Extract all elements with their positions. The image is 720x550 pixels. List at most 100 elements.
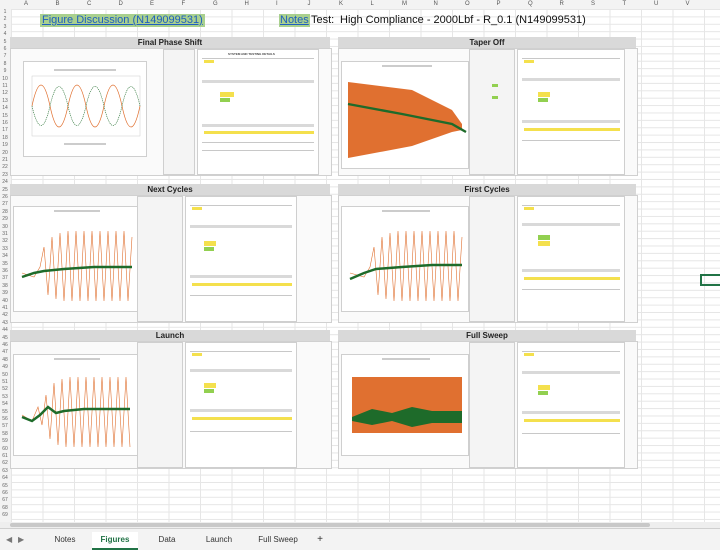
row-number[interactable]: 64 [0,475,10,482]
row-number[interactable]: 37 [0,275,10,282]
row-number[interactable]: 13 [0,98,10,105]
row-number[interactable]: 36 [0,268,10,275]
row-number[interactable]: 61 [0,453,10,460]
format-panel[interactable] [469,342,515,468]
add-sheet-button[interactable]: + [312,532,328,548]
waveform-chart[interactable] [13,354,139,456]
next-sheet-icon[interactable]: ▶ [18,533,24,547]
column-letter[interactable]: N [434,0,438,9]
row-number[interactable]: 53 [0,394,10,401]
row-number[interactable]: 52 [0,386,10,393]
sheet-tab-launch[interactable]: Launch [196,532,242,548]
figure-discussion-link[interactable]: Figure Discussion (N149099531) [40,14,205,27]
row-number[interactable]: 16 [0,120,10,127]
row-number[interactable]: 47 [0,349,10,356]
column-letter[interactable]: H [245,0,249,9]
row-number[interactable]: 31 [0,231,10,238]
column-letter[interactable]: L [371,0,374,9]
figure-tile-final-phase-shift[interactable]: SYSTEM AND TESTING DETAILS [10,48,332,176]
column-letter[interactable]: V [686,0,690,9]
row-number[interactable]: 40 [0,298,10,305]
row-number[interactable]: 12 [0,90,10,97]
column-letter[interactable]: G [213,0,218,9]
row-number[interactable]: 33 [0,246,10,253]
row-number[interactable]: 41 [0,305,10,312]
waveform-chart[interactable] [341,61,469,169]
row-number[interactable]: 4 [0,31,10,38]
row-number[interactable]: 28 [0,209,10,216]
row-number[interactable]: 7 [0,53,10,60]
row-number[interactable]: 30 [0,224,10,231]
row-number[interactable]: 2 [0,16,10,23]
row-number[interactable]: 67 [0,497,10,504]
row-number[interactable]: 50 [0,372,10,379]
row-number[interactable]: 11 [0,83,10,90]
waveform-chart[interactable] [23,61,147,157]
row-number[interactable]: 1 [0,9,10,16]
row-number[interactable]: 44 [0,327,10,334]
figure-tile-launch[interactable] [10,341,332,469]
column-letter[interactable]: R [560,0,564,9]
row-number[interactable]: 46 [0,342,10,349]
figure-tile-first-cycles[interactable] [338,195,638,323]
row-number[interactable]: 8 [0,61,10,68]
row-number[interactable]: 42 [0,312,10,319]
format-panel[interactable] [137,196,183,322]
row-number[interactable]: 38 [0,283,10,290]
row-number[interactable]: 15 [0,113,10,120]
sheet-tab-notes[interactable]: Notes [44,532,86,548]
row-number[interactable]: 62 [0,460,10,467]
column-letter[interactable]: P [497,0,501,9]
row-number[interactable]: 17 [0,127,10,134]
row-number[interactable]: 25 [0,187,10,194]
format-panel[interactable] [163,49,195,175]
row-number[interactable]: 26 [0,194,10,201]
row-number[interactable]: 23 [0,172,10,179]
column-letter[interactable]: U [654,0,658,9]
row-number[interactable]: 55 [0,409,10,416]
row-number[interactable]: 39 [0,290,10,297]
worksheet-grid[interactable]: ABCDEFGHIJKLMNOPQRSTUV 1 2 3 4 5 6 7 8 9 10 11 12 13… [0,0,720,524]
row-number[interactable]: 10 [0,76,10,83]
notes-link[interactable]: Notes [279,14,310,27]
column-letter[interactable]: E [150,0,154,9]
column-letter[interactable]: T [623,0,627,9]
column-letter[interactable]: D [119,0,123,9]
row-number[interactable]: 20 [0,150,10,157]
row-number[interactable]: 54 [0,401,10,408]
column-letter[interactable]: I [276,0,278,9]
row-number[interactable]: 24 [0,179,10,186]
row-number[interactable]: 65 [0,483,10,490]
row-number[interactable]: 63 [0,468,10,475]
row-number[interactable]: 69 [0,512,10,519]
row-number[interactable]: 27 [0,201,10,208]
column-letter[interactable]: M [402,0,407,9]
sheet-tab-figures[interactable]: Figures [92,532,138,550]
waveform-chart[interactable] [13,206,139,312]
format-panel[interactable] [137,342,183,468]
figure-tile-taper-off[interactable] [338,48,638,176]
column-letter[interactable]: Q [528,0,533,9]
row-number[interactable]: 59 [0,438,10,445]
row-number[interactable]: 58 [0,431,10,438]
sheet-tab-full-sweep[interactable]: Full Sweep [250,532,306,548]
row-number[interactable]: 43 [0,320,10,327]
column-letter[interactable]: C [87,0,91,9]
row-number[interactable]: 22 [0,164,10,171]
prev-sheet-icon[interactable]: ◀ [6,533,12,547]
waveform-chart[interactable] [341,206,469,312]
column-letter[interactable]: A [24,0,28,9]
column-letter[interactable]: K [339,0,343,9]
format-panel[interactable] [469,49,515,175]
column-letter[interactable]: F [182,0,186,9]
row-number[interactable]: 14 [0,105,10,112]
row-number[interactable]: 51 [0,379,10,386]
row-number[interactable]: 57 [0,423,10,430]
row-number[interactable]: 49 [0,364,10,371]
format-panel[interactable] [469,196,515,322]
row-number[interactable]: 66 [0,490,10,497]
row-number[interactable]: 45 [0,335,10,342]
row-number[interactable]: 3 [0,24,10,31]
figure-tile-full-sweep[interactable] [338,341,638,469]
row-number[interactable]: 18 [0,135,10,142]
